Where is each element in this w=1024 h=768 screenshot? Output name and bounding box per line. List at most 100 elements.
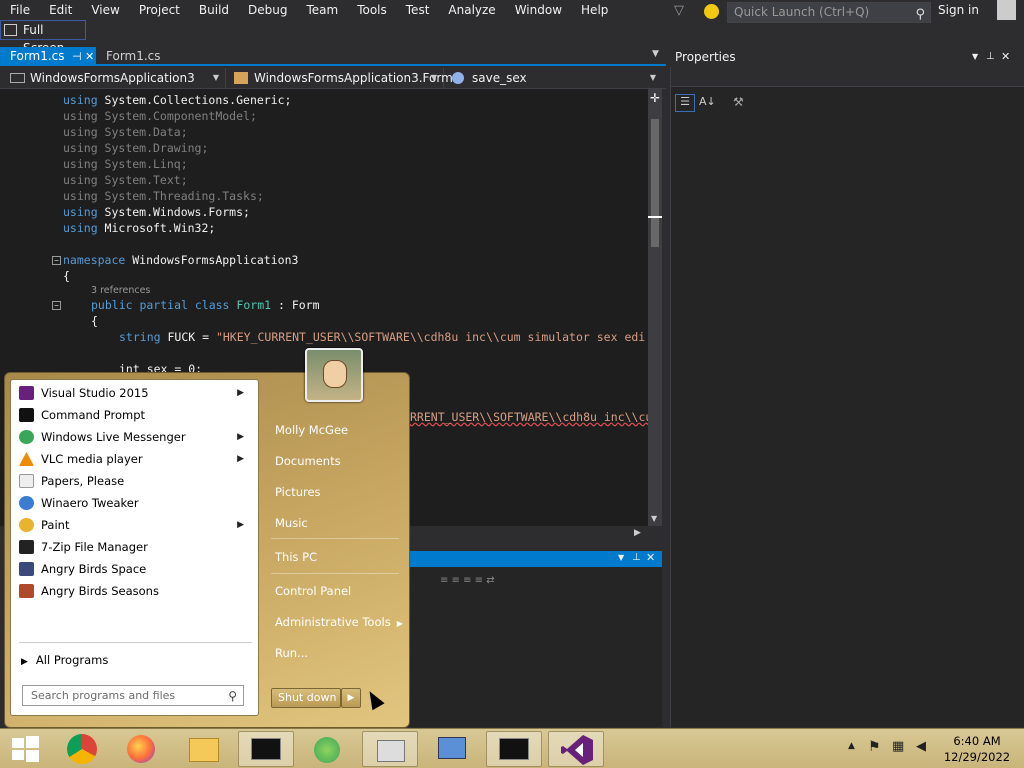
feedback-smiley-icon[interactable] — [704, 4, 719, 19]
start-user-name[interactable]: Molly McGee — [275, 423, 348, 437]
close-icon[interactable]: ✕ — [85, 47, 94, 66]
properties-header: Properties ▼ ⊥ ✕ — [670, 47, 1024, 67]
all-programs-button[interactable]: ▶ All Programs — [21, 653, 108, 667]
keyword: using — [63, 173, 105, 187]
alphabetical-icon[interactable]: A↓ — [699, 95, 716, 108]
network-icon[interactable]: ▦ — [892, 739, 904, 754]
scroll-right-icon[interactable]: ▶ — [634, 528, 641, 538]
start-pictures[interactable]: Pictures — [275, 485, 321, 499]
menu-team[interactable]: Team — [296, 0, 347, 20]
start-music[interactable]: Music — [275, 516, 308, 530]
chevron-down-icon[interactable]: ▼ — [618, 553, 624, 562]
menu-analyze[interactable]: Analyze — [438, 0, 504, 20]
quick-launch-input[interactable]: Quick Launch (Ctrl+Q) ⚲ — [727, 2, 931, 23]
menu-file[interactable]: File — [0, 0, 39, 20]
start-search-input[interactable]: Search programs and files ⚲ — [22, 685, 244, 706]
program-angry-birds-seasons[interactable]: Angry Birds Seasons — [13, 580, 256, 602]
categorized-icon[interactable]: ☰ — [675, 94, 695, 112]
taskbar-cmd[interactable] — [238, 731, 294, 767]
taskbar-app[interactable] — [362, 731, 418, 767]
program-winaero-tweaker[interactable]: Winaero Tweaker — [13, 492, 256, 514]
taskbar-file-explorer[interactable] — [176, 731, 232, 767]
start-admin-tools[interactable]: Administrative Tools ▶ — [275, 615, 403, 629]
action-center-flag-icon[interactable]: ⚑ — [868, 739, 881, 755]
project-dropdown[interactable]: WindowsFormsApplication3 ▼ — [4, 68, 226, 88]
scroll-down-icon[interactable]: ▼ — [651, 514, 657, 523]
tab-overflow-icon[interactable]: ▼ — [652, 49, 659, 59]
taskbar-messenger[interactable] — [300, 731, 356, 767]
menu-build[interactable]: Build — [189, 0, 238, 20]
pin-icon[interactable]: ⊣ — [72, 47, 82, 66]
start-this-pc[interactable]: This PC — [275, 550, 317, 564]
menu-project[interactable]: Project — [129, 0, 189, 20]
menu-edit[interactable]: Edit — [39, 0, 81, 20]
show-hidden-icons-icon[interactable]: ▲ — [848, 741, 855, 751]
shutdown-button[interactable]: Shut down — [271, 688, 341, 708]
program-label: 7-Zip File Manager — [41, 540, 148, 554]
sign-in-link[interactable]: Sign in — [938, 3, 979, 17]
taskbar-cmd-2[interactable] — [486, 731, 542, 767]
program-messenger[interactable]: Windows Live Messenger ▶ — [13, 426, 256, 448]
clock[interactable]: 6:40 AM 12/29/2022 — [942, 733, 1012, 765]
menu-view[interactable]: View — [81, 0, 128, 20]
taskbar-chrome[interactable] — [56, 731, 112, 767]
taskbar-firefox[interactable] — [114, 731, 170, 767]
program-label: Winaero Tweaker — [41, 496, 139, 510]
namespace-name: WindowsFormsApplication3 — [132, 253, 299, 267]
output-toolbar-icons[interactable]: ≡ ≡ ≡ ≡ ⇄ — [440, 575, 495, 586]
program-visual-studio[interactable]: Visual Studio 2015 ▶ — [13, 382, 256, 404]
taskbar-visual-studio[interactable] — [548, 731, 604, 767]
program-angry-birds-space[interactable]: Angry Birds Space — [13, 558, 256, 580]
volume-icon[interactable]: ◀ — [916, 739, 926, 754]
keyword: string — [119, 330, 161, 344]
program-command-prompt[interactable]: Command Prompt — [13, 404, 256, 426]
program-vlc[interactable]: VLC media player ▶ — [13, 448, 256, 470]
program-label: Paint — [41, 518, 70, 532]
keyword: using — [63, 221, 105, 235]
menu-debug[interactable]: Debug — [238, 0, 296, 20]
output-panel-header[interactable]: ▼ ⊥ ✕ — [400, 551, 662, 567]
start-documents[interactable]: Documents — [275, 454, 341, 468]
account-icon[interactable] — [997, 0, 1016, 20]
close-icon[interactable]: ✕ — [1001, 47, 1010, 67]
tab-form1-cs[interactable]: Form1.cs ⊣ ✕ — [0, 47, 96, 66]
menu-window[interactable]: Window — [505, 0, 571, 20]
chevron-down-icon[interactable]: ▼ — [972, 47, 978, 67]
program-paint[interactable]: Paint ▶ — [13, 514, 256, 536]
user-avatar[interactable] — [305, 348, 363, 402]
program-papers-please[interactable]: Papers, Please — [13, 470, 256, 492]
pin-icon[interactable]: ⊥ — [632, 552, 641, 563]
menu-help[interactable]: Help — [571, 0, 617, 20]
pin-icon[interactable]: ⊥ — [986, 47, 995, 67]
close-icon[interactable]: ✕ — [646, 551, 655, 564]
collapse-toggle-icon[interactable]: − — [52, 256, 61, 265]
split-icon[interactable]: ✛ — [650, 91, 660, 105]
tab-form1-design[interactable]: Form1.cs [Design] — [96, 47, 206, 82]
member-dropdown-value: save_sex — [472, 71, 527, 85]
menu-tools[interactable]: Tools — [347, 0, 396, 20]
arrow-right-icon: ▶ — [21, 657, 28, 667]
member-dropdown[interactable]: save_sex ▼ — [446, 68, 662, 88]
cmd-icon — [19, 408, 34, 422]
class-dropdown[interactable]: WindowsFormsApplication3.Form ▼ — [228, 68, 453, 88]
taskbar-remote-desktop[interactable] — [424, 731, 480, 767]
code-line: System.Data; — [104, 125, 188, 139]
keyword: public partial class — [91, 298, 230, 312]
properties-object-selector[interactable] — [671, 67, 1024, 87]
cmd-icon — [251, 738, 281, 760]
submenu-arrow-icon: ▶ — [237, 520, 244, 530]
full-screen-button[interactable]: Full Screen — [0, 20, 86, 55]
start-run[interactable]: Run... — [275, 646, 308, 660]
scroll-thumb[interactable] — [651, 119, 659, 247]
program-7zip[interactable]: 7-Zip File Manager — [13, 536, 256, 558]
start-control-panel[interactable]: Control Panel — [275, 584, 351, 598]
wrench-icon[interactable]: ⚒ — [733, 95, 744, 109]
start-button[interactable] — [0, 731, 56, 767]
menu-test[interactable]: Test — [396, 0, 439, 20]
angry-birds-space-icon — [19, 562, 34, 576]
editor-scrollbar[interactable]: ✛ ▼ — [648, 89, 662, 526]
collapse-toggle-icon[interactable]: − — [52, 301, 61, 310]
class-base: : Form — [277, 298, 320, 312]
filter-icon[interactable]: ▽ — [674, 3, 684, 18]
shutdown-options-arrow-icon[interactable]: ▶ — [341, 688, 361, 708]
